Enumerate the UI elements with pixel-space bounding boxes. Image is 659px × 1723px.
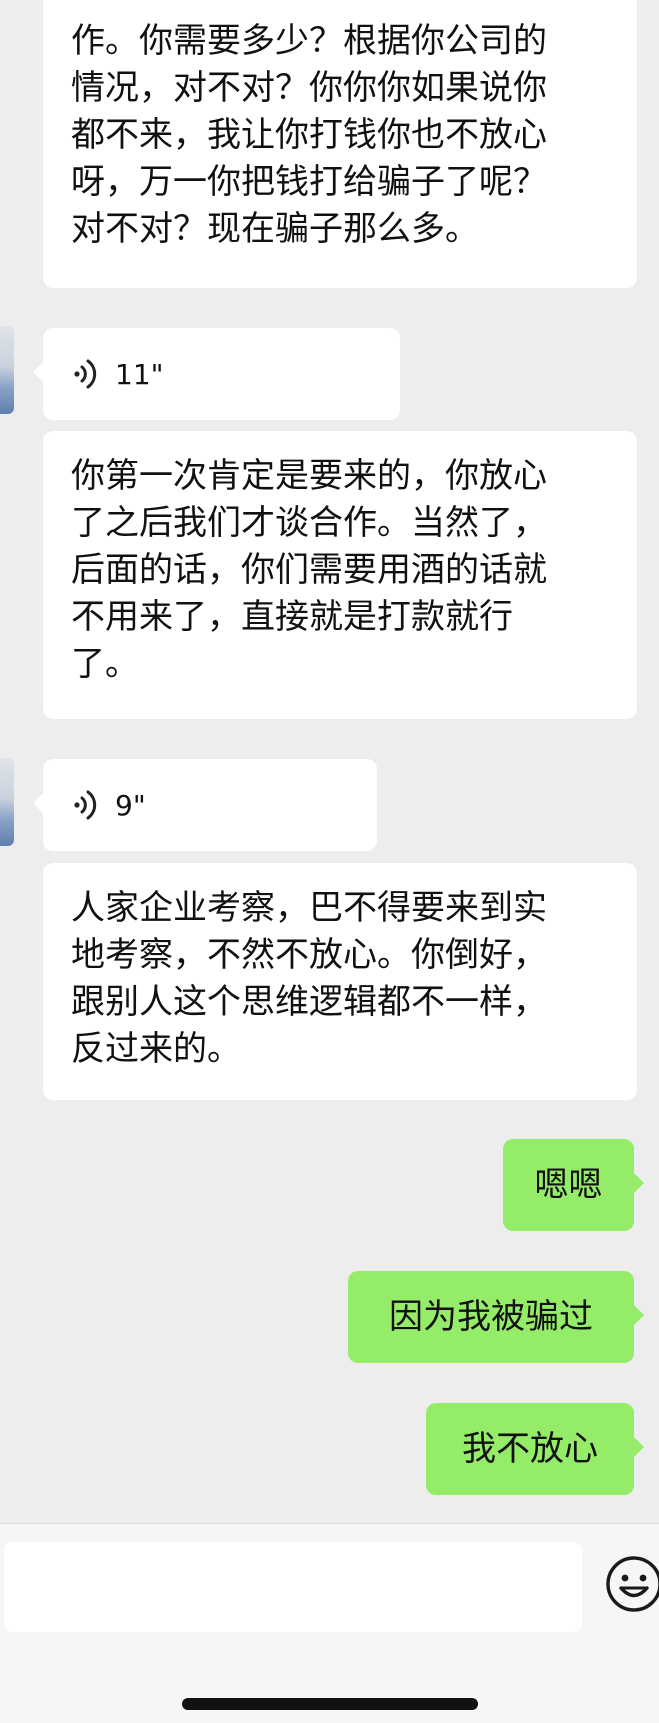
contact-avatar[interactable] [0, 758, 14, 846]
message-line: 情况，对不对？你你你如果说你 [71, 68, 547, 108]
bubble-tail [634, 1173, 644, 1193]
message-bubble-outgoing[interactable]: 嗯嗯 [503, 1139, 644, 1231]
message-bubble-incoming[interactable]: 人家企业考察，巴不得要来到实 地考察，不然不放心。你倒好， 跟别人这个思维逻辑都… [43, 863, 637, 1100]
chat-message-list[interactable]: 作。你需要多少？根据你公司的 情况，对不对？你你你如果说你 都不来，我让你打钱你… [0, 0, 659, 1523]
voice-wave-icon [74, 359, 97, 389]
contact-avatar[interactable] [0, 326, 14, 414]
bubble-tail [33, 793, 43, 813]
bubble-tail [634, 1437, 644, 1457]
message-bubble-incoming[interactable]: 你第一次肯定是要来的，你放心 了之后我们才谈合作。当然了， 后面的话，你们需要用… [43, 431, 637, 719]
message-bubble-incoming[interactable]: 作。你需要多少？根据你公司的 情况，对不对？你你你如果说你 都不来，我让你打钱你… [43, 0, 637, 288]
message-line: 呀，万一你把钱打给骗子了呢？ [71, 162, 547, 202]
message-line: 后面的话，你们需要用酒的话就 [71, 550, 547, 590]
voice-wave-icon [74, 790, 97, 820]
voice-duration: 11" [115, 357, 164, 391]
message-text: 我不放心 [462, 1428, 598, 1469]
message-line: 你第一次肯定是要来的，你放心 [71, 456, 547, 496]
bubble-tail [634, 1305, 644, 1325]
home-indicator [182, 1698, 478, 1710]
message-line: 都不来，我让你打钱你也不放心 [71, 115, 547, 155]
bubble-tail [33, 362, 43, 382]
voice-message-bubble[interactable]: 11" [33, 328, 400, 420]
voice-message-bubble[interactable]: 9" [33, 759, 377, 851]
message-line: 了之后我们才谈合作。当然了， [71, 503, 547, 543]
message-text: 嗯嗯 [534, 1164, 603, 1205]
message-line: 对不对？现在骗子那么多。 [71, 209, 479, 249]
message-line: 了。 [71, 644, 139, 684]
message-line: 作。你需要多少？根据你公司的 [71, 21, 547, 61]
message-line: 跟别人这个思维逻辑都不一样， [71, 982, 547, 1022]
message-line: 反过来的。 [71, 1029, 241, 1069]
voice-duration: 9" [115, 788, 146, 822]
message-input[interactable] [4, 1542, 582, 1632]
message-line: 人家企业考察，巴不得要来到实 [71, 888, 547, 928]
message-bubble-outgoing[interactable]: 我不放心 [426, 1403, 644, 1495]
smiley-face-icon[interactable] [604, 1554, 659, 1614]
message-text: 因为我被骗过 [389, 1296, 593, 1337]
message-line: 地考察，不然不放心。你倒好， [71, 935, 547, 975]
message-line: 不用来了，直接就是打款就行 [71, 597, 513, 637]
message-composer [0, 1523, 659, 1723]
message-bubble-outgoing[interactable]: 因为我被骗过 [348, 1271, 644, 1363]
